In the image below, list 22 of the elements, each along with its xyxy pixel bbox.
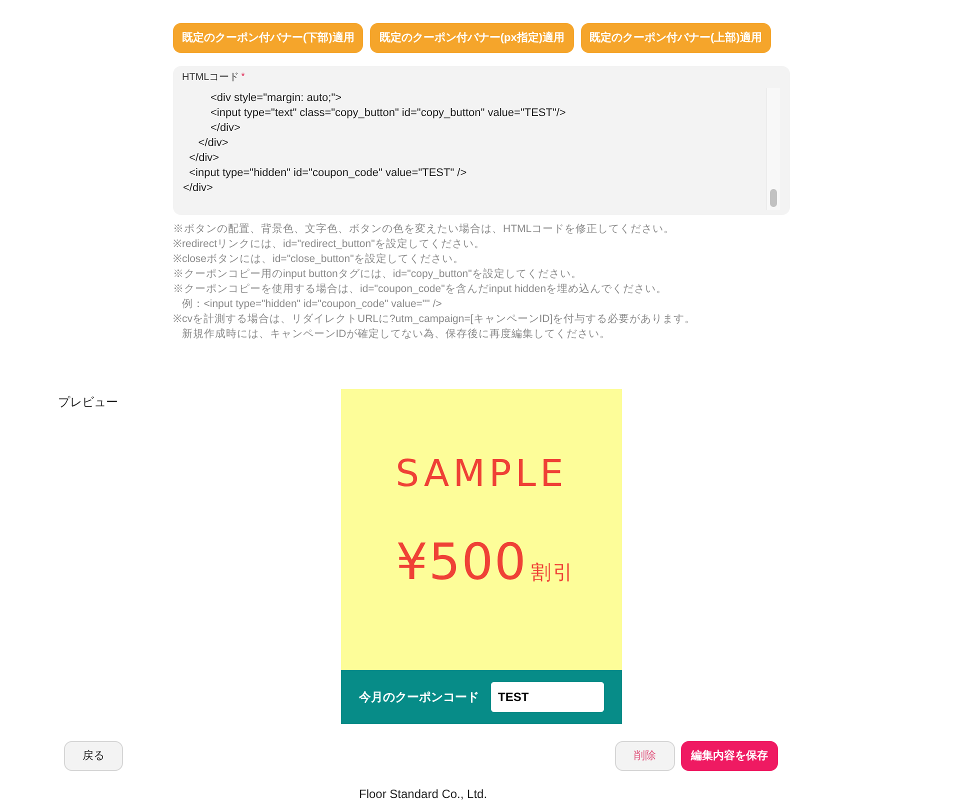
note-text: ※cvを計測する場合は、リダイレクトURLに?utm_campaign=[キャンペーンID]を付与する必要があります。	[173, 312, 697, 327]
banner-title: SAMPLE	[396, 451, 568, 497]
field-label: HTMLコード	[182, 71, 240, 85]
note-text: 新規作成時には、キャンペーンIDが確定してない為、保存後に再度編集してください。	[180, 327, 612, 342]
note-text: ※redirectリンクには、id="redirect_button"を設定してください。	[173, 237, 486, 252]
coupon-label: 今月のクーポンコード	[359, 689, 479, 706]
note-text: ※クーポンコピーを使用する場合は、id="coupon_code"を含んだinput hiddenを埋め込んでください。	[173, 282, 668, 297]
back-button[interactable]: 戻る	[64, 741, 123, 771]
note-text: ※クーポンコピー用のinput buttonタグには、id="copy_button"を設定してください。	[173, 267, 583, 282]
preview-label: プレビュー	[58, 395, 118, 409]
note-text: ※ボタンの配置、背景色、文字色、ボタンの色を変えたい場合は、HTMLコードを修正してください。	[173, 222, 676, 237]
scrollbar-track[interactable]	[766, 88, 780, 210]
coupon-code-field[interactable]: TEST	[491, 682, 604, 712]
footer-copyright: Floor Standard Co., Ltd.	[359, 787, 488, 801]
required-mark: *	[241, 71, 245, 81]
note-text: ※closeボタンには、id="close_button"を設定してください。	[173, 252, 465, 267]
discount-amount: ¥500	[396, 532, 528, 593]
discount-suffix: 割引	[531, 561, 576, 585]
scrollbar-thumb[interactable]	[770, 189, 777, 207]
note-text: 例：<input type="hidden" id="coupon_code" value="" />	[180, 297, 443, 312]
save-button[interactable]: 編集内容を保存	[681, 741, 778, 771]
delete-button[interactable]: 削除	[615, 741, 675, 771]
